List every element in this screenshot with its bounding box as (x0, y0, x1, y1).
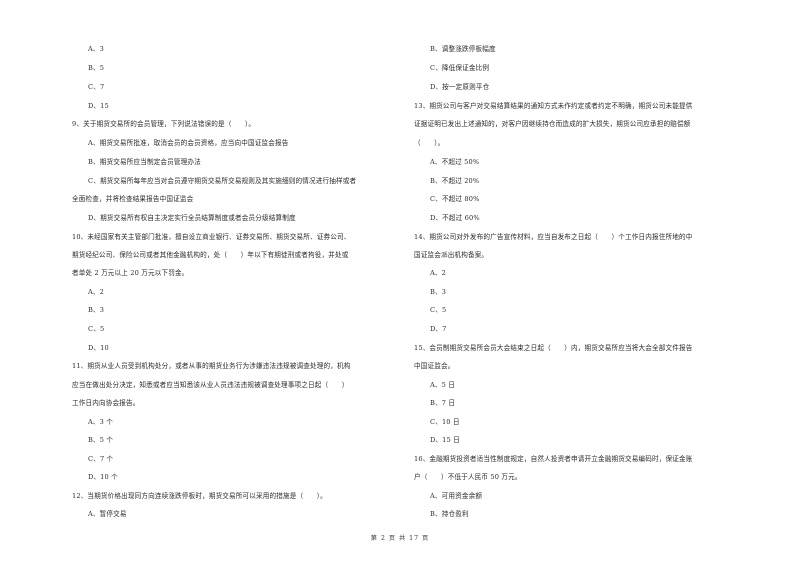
q11-stem-line-1: 11、期货从业人员受到机构处分，或者从事的期货业务行为涉嫌违法违规被调查处理的，… (72, 362, 351, 370)
q8-option-c: C、7 (88, 83, 105, 91)
exam-page: A、3 B、5 C、7 D、15 9、关于期货交易所的会员管理，下列说法错误的是… (0, 0, 800, 565)
q15-option-a: A、5 日 (430, 381, 455, 389)
q8-option-b: B、5 (88, 64, 105, 72)
q9-option-c: C、期货交易所每年应当对会员遵守期货交易所交易规则及其实施细则的情况进行抽样或者 (88, 177, 357, 185)
q9-option-c-cont: 全面检查，并将检查结果报告中国证监会 (72, 195, 194, 203)
q8-option-d: D、15 (88, 102, 109, 110)
q15-option-b: B、7 日 (430, 399, 456, 407)
q11-stem-line-3: 工作日内向协会报告。 (72, 399, 140, 407)
q10-stem-line-2: 期货经纪公司、保险公司或者其他金融机构的，处（ ）年以下有期徒刑或者拘役，并处或 (72, 251, 349, 259)
q12-stem: 12、当期货价格出现同方向连续涨跌停板时，期货交易所可以采用的措施是（ ）。 (72, 492, 327, 500)
q10-stem-line-3: 者单处 2 万元以上 20 万元以下罚金。 (72, 269, 189, 277)
q13-option-d: D、不超过 60% (430, 214, 480, 222)
q12-option-b: B、调整涨跌停板幅度 (430, 45, 496, 53)
q15-option-d: D、15 日 (430, 436, 460, 444)
q10-option-a: A、2 (88, 288, 105, 296)
q9-stem: 9、关于期货交易所的会员管理，下列说法错误的是（ ）。 (72, 120, 256, 128)
q13-option-c: C、不超过 80% (430, 195, 480, 203)
q12-option-c: C、降低保证金比例 (430, 64, 490, 72)
q9-option-d: D、期货交易所有权自主决定实行全员结算制度或者会员分级结算制度 (88, 214, 296, 222)
q16-option-b: B、持仓盈利 (430, 510, 469, 518)
q14-stem-line-2: 国证监会派出机构备案。 (414, 251, 489, 259)
q11-option-b: B、5 个 (88, 436, 114, 444)
q14-option-c: C、5 (430, 306, 447, 314)
q10-option-b: B、3 (88, 306, 105, 314)
q14-stem-line-1: 14、期货公司对外发布的广告宣传材料，应当自发布之日起（ ）个工作日内报住所地的… (414, 233, 693, 241)
q9-option-a: A、期货交易所批准，取消会员的会员资格，应当向中国证监会报告 (88, 139, 289, 147)
q8-option-a: A、3 (88, 45, 105, 53)
q10-stem-line-1: 10、未经国家有关主管部门批准，擅自设立商业银行、证券交易所、期货交易所、证券公… (72, 233, 351, 241)
q10-option-d: D、10 (88, 344, 109, 352)
q11-option-a: A、3 个 (88, 418, 113, 426)
q14-option-d: D、7 (430, 325, 447, 333)
q11-stem-line-2: 应当在做出处分决定，知悉或者应当知悉该从业人员违法违规被调查处理事项之日起（ ） (72, 381, 349, 389)
q12-option-a: A、暂停交易 (88, 510, 127, 518)
q11-option-d: D、10 个 (88, 473, 118, 481)
q16-stem-line-1: 16、金融期货投资者适当性制度规定，自然人投资者申请开立金融期货交易编码时，保证… (414, 455, 693, 463)
page-number-footer: 第 2 页 共 17 页 (370, 535, 430, 542)
q15-stem-line-2: 中国证监会。 (414, 362, 455, 370)
q13-stem-line-1: 13、期货公司与客户对交易结算结果的通知方式未作约定或者约定不明确，期货公司未能… (414, 102, 693, 110)
q10-option-c: C、5 (88, 325, 105, 333)
q11-option-c: C、7 个 (88, 455, 114, 463)
q13-stem-line-2: 证据证明已发出上述通知的，对客户因继续持仓而造成的扩大损失，期货公司应承担的赔偿… (414, 120, 691, 128)
q14-option-a: A、2 (430, 269, 447, 277)
q9-option-b: B、期货交易所应当制定会员管理办法 (88, 158, 201, 166)
q16-option-a: A、可用资金余额 (430, 492, 483, 500)
q13-option-b: B、不超过 20% (430, 177, 480, 185)
q15-option-c: C、10 日 (430, 418, 460, 426)
q13-stem-line-3: （ ）。 (414, 139, 445, 147)
q14-option-b: B、3 (430, 288, 447, 296)
q13-option-a: A、不超过 50% (430, 158, 480, 166)
q16-stem-line-2: 户（ ）不低于人民币 50 万元。 (414, 473, 522, 481)
q12-option-d: D、按一定原则平仓 (430, 83, 490, 91)
q15-stem-line-1: 15、会员制期货交易所会员大会结束之日起（ ）内，期货交易所应当将大会全部文件报… (414, 344, 693, 352)
